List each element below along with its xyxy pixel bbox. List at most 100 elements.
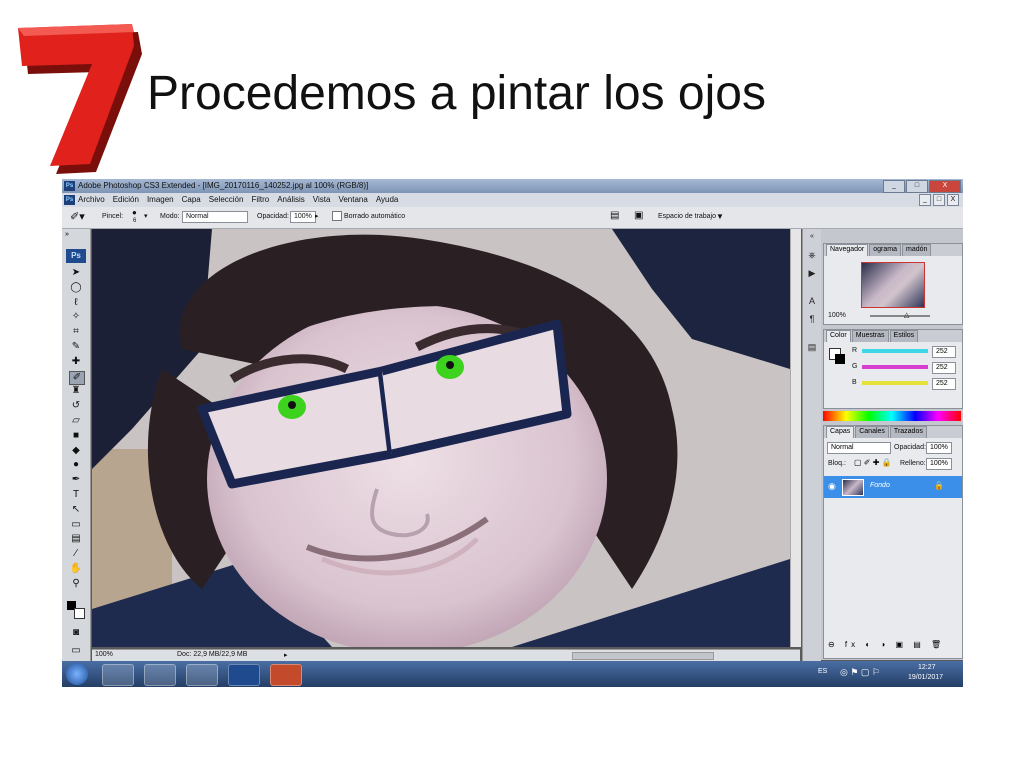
brush-dropdown-icon[interactable]: ▾ [144, 212, 148, 220]
minimize-button[interactable]: _ [883, 180, 905, 193]
tool-presets-icon[interactable]: ▤ [806, 341, 818, 353]
navigator-slider-thumb-icon[interactable]: △ [904, 311, 909, 319]
history-panel-icon[interactable]: ⎈ [806, 249, 818, 261]
color-channel-slider[interactable] [862, 365, 928, 369]
shape-tool-icon[interactable]: ▭ [69, 519, 83, 531]
navigator-thumbnail[interactable] [861, 262, 925, 308]
taskbar-powerpoint-icon[interactable] [270, 664, 302, 686]
notes-tool-icon[interactable]: ▤ [69, 533, 83, 545]
maximize-button[interactable]: □ [906, 180, 928, 193]
menu-filtro[interactable]: Filtro [251, 195, 269, 204]
tab-muestras[interactable]: Muestras [851, 330, 889, 342]
color-channel-value[interactable]: 252 [932, 346, 956, 358]
screen-mode-icon[interactable]: ▭ [69, 645, 83, 657]
gradient-tool-icon[interactable]: ■ [69, 430, 83, 442]
menu-archivo[interactable]: Archivo [78, 195, 105, 204]
tab-estilos[interactable]: Estilos [889, 330, 919, 342]
taskbar-language[interactable]: ES [818, 668, 827, 675]
slice-tool-icon[interactable]: ✎ [69, 341, 83, 353]
auto-erase-checkbox[interactable] [332, 211, 342, 221]
start-button[interactable] [66, 663, 88, 685]
quick-mask-icon[interactable]: ◙ [69, 627, 83, 639]
marquee-tool-icon[interactable]: ◯ [69, 282, 83, 294]
opacity-input[interactable]: 100% [290, 211, 316, 223]
tab-informacion[interactable]: madón [901, 244, 932, 256]
taskbar-photoshop-icon[interactable] [228, 664, 260, 686]
actions-panel-icon[interactable]: ▶ [806, 267, 818, 279]
status-menu-arrow-icon[interactable]: ▸ [284, 651, 288, 659]
layer-visibility-eye-icon[interactable]: ◉ [828, 481, 836, 492]
bridge-icon[interactable]: ▣ [634, 210, 643, 221]
menu-edicion[interactable]: Edición [113, 195, 139, 204]
menu-vista[interactable]: Vista [313, 195, 331, 204]
character-panel-icon[interactable]: A [806, 295, 818, 307]
tab-trazados[interactable]: Trazados [889, 426, 927, 438]
zoom-tool-icon[interactable]: ⚲ [69, 578, 83, 590]
toolbox-collapse-icon[interactable]: » [65, 231, 69, 238]
menu-ayuda[interactable]: Ayuda [376, 195, 399, 204]
status-zoom[interactable]: 100% [95, 651, 113, 658]
canvas-horizontal-scrollbar[interactable] [572, 652, 714, 660]
lasso-tool-icon[interactable]: ℓ [69, 297, 83, 309]
layer-row-fondo[interactable]: ◉ Fondo 🔒 [824, 476, 962, 498]
move-tool-icon[interactable]: ➤ [69, 267, 83, 279]
pen-tool-icon[interactable]: ✒ [69, 474, 83, 486]
menu-seleccion[interactable]: Selección [209, 195, 244, 204]
blur-tool-icon[interactable]: ◆ [69, 445, 83, 457]
layer-footer-buttons[interactable]: ⊖ fx ◐ ◑ ▣ ▤ 🗑 [828, 640, 945, 649]
taskbar-chrome-icon[interactable] [186, 664, 218, 686]
crop-tool-icon[interactable]: ⌗ [69, 326, 83, 338]
opacity-slider-icon[interactable]: ▸ [315, 212, 319, 220]
eraser-tool-icon[interactable]: ▱ [69, 415, 83, 427]
lock-icons[interactable]: ▢ ✐ ✚ 🔒 [854, 458, 892, 467]
color-channel-value[interactable]: 252 [932, 362, 956, 374]
hand-tool-icon[interactable]: ✋ [69, 563, 83, 575]
type-tool-icon[interactable]: T [69, 489, 83, 501]
healing-tool-icon[interactable]: ✚ [69, 356, 83, 368]
brush-preset-icon[interactable]: ✐▾ [70, 210, 85, 223]
mode-select[interactable]: Normal [182, 211, 248, 223]
workspace-label[interactable]: Espacio de trabajo [658, 213, 716, 220]
document-canvas[interactable] [92, 229, 790, 647]
doc-restore-button[interactable]: □ [933, 194, 945, 206]
brush-dot-icon[interactable]: ● [132, 208, 137, 217]
magic-wand-tool-icon[interactable]: ✧ [69, 311, 83, 323]
layer-fill-input[interactable]: 100% [926, 458, 952, 470]
navigator-zoom[interactable]: 100% [828, 312, 846, 319]
eyedropper-tool-icon[interactable]: ⁄ [69, 548, 83, 560]
palette-well-icon[interactable]: ▤ [610, 210, 619, 221]
tab-histograma[interactable]: ograma [869, 244, 901, 256]
tab-canales[interactable]: Canales [855, 426, 889, 438]
menu-ventana[interactable]: Ventana [338, 195, 367, 204]
menu-imagen[interactable]: Imagen [147, 195, 174, 204]
menu-analisis[interactable]: Análisis [277, 195, 305, 204]
dock-collapse-icon[interactable]: « [806, 231, 818, 243]
taskbar-explorer-icon[interactable] [144, 664, 176, 686]
stamp-tool-icon[interactable]: ♜ [69, 385, 83, 397]
tab-navegador[interactable]: Navegador [826, 244, 869, 256]
color-channel-value[interactable]: 252 [932, 378, 956, 390]
menu-capa[interactable]: Capa [182, 195, 201, 204]
tray-icons[interactable]: ◎ ⚑ ▢ ⚐ [840, 667, 880, 678]
navigator-zoom-slider[interactable] [870, 315, 930, 317]
tab-color[interactable]: Color [826, 330, 851, 342]
canvas-vertical-scrollbar[interactable] [790, 229, 801, 647]
path-select-tool-icon[interactable]: ↖ [69, 504, 83, 516]
color-channel-slider[interactable] [862, 349, 928, 353]
workspace-dropdown-icon[interactable]: ▼ [716, 212, 724, 221]
color-ramp[interactable] [823, 411, 961, 421]
color-channel-slider[interactable] [862, 381, 928, 385]
tab-capas[interactable]: Capas [826, 426, 855, 438]
layer-blend-select[interactable]: Normal [827, 442, 891, 454]
doc-close-button[interactable]: X [947, 194, 959, 206]
history-brush-tool-icon[interactable]: ↺ [69, 400, 83, 412]
doc-minimize-button[interactable]: _ [919, 194, 931, 206]
close-button[interactable]: X [929, 180, 961, 193]
background-color-swatch[interactable] [74, 608, 85, 619]
layer-opacity-input[interactable]: 100% [926, 442, 952, 454]
brush-tool-icon[interactable]: ✐ [69, 370, 85, 385]
color-bg-swatch[interactable] [835, 354, 845, 364]
dodge-tool-icon[interactable]: ● [69, 459, 83, 471]
taskbar-media-player-icon[interactable] [102, 664, 134, 686]
paragraph-panel-icon[interactable]: ¶ [806, 313, 818, 325]
